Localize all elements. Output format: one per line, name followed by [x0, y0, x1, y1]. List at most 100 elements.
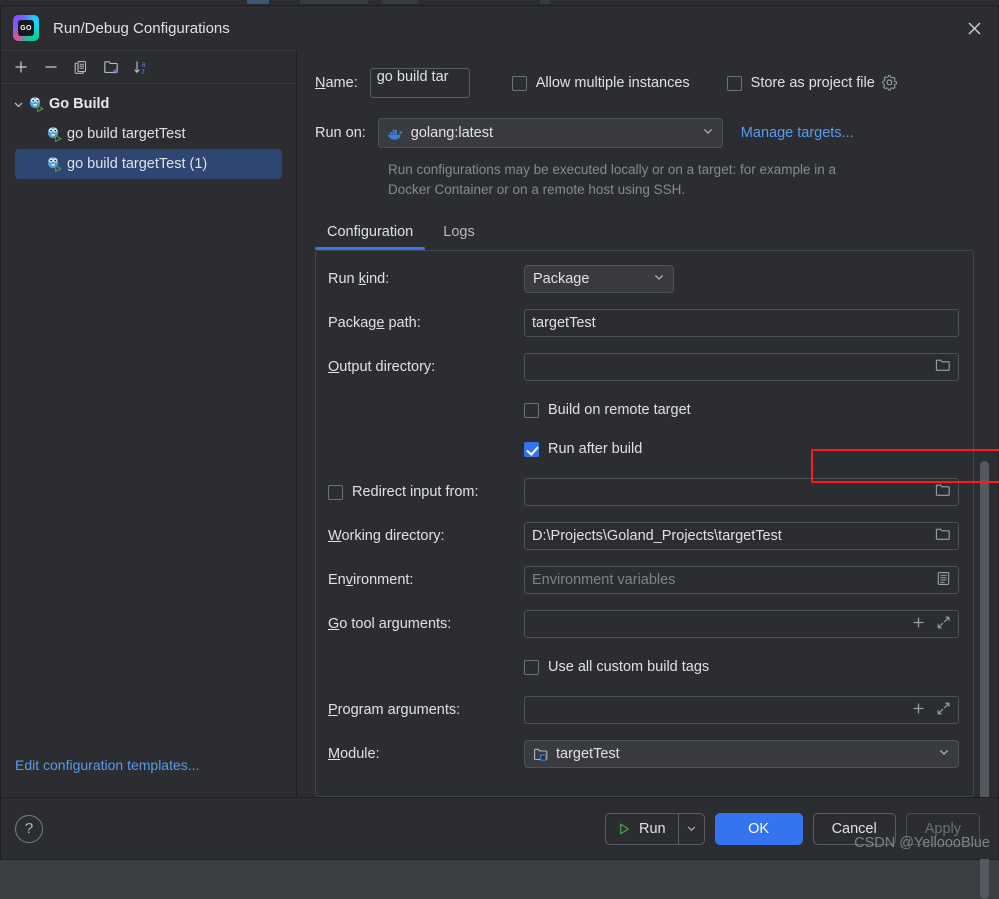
store-as-project-file-box[interactable] [726, 75, 742, 91]
program-arguments-input[interactable] [524, 696, 959, 725]
folder-icon[interactable] [935, 483, 951, 501]
name-input[interactable]: go build tar [369, 68, 470, 98]
redirect-input-from-row: Redirect input from: [328, 478, 959, 507]
configurations-tree: Go Build go build targetTest go build ta… [1, 84, 296, 757]
edit-configuration-templates-link[interactable]: Edit configuration templates... [1, 757, 296, 797]
dialog-footer: ? Run OK Cancel Apply CSDN @YelloooBlue [1, 797, 998, 859]
configurations-sidebar: a z Go Build go build targetTest go buil… [1, 50, 297, 797]
ok-button[interactable]: OK [714, 812, 803, 845]
allow-multiple-instances-box[interactable] [511, 75, 527, 91]
expand-icon[interactable] [936, 615, 951, 634]
tree-item-go-build-targettest-1[interactable]: go build targetTest (1) [15, 149, 282, 179]
tree-group-go-build[interactable]: Go Build [1, 89, 296, 119]
go-tool-arguments-input[interactable] [524, 610, 959, 639]
redirect-input-from-input[interactable] [524, 478, 959, 507]
svg-text:z: z [141, 69, 145, 75]
expand-icon[interactable] [936, 701, 951, 720]
run-on-hint-text: Run configurations may be executed local… [388, 162, 836, 197]
goland-logo-text: GO [18, 20, 34, 36]
working-directory-value: D:\Projects\Goland_Projects\targetTest [532, 528, 782, 545]
top-form: Name: go build tar Allow multiple instan… [297, 50, 998, 199]
new-folder-button[interactable] [97, 54, 125, 80]
gear-icon[interactable] [881, 74, 899, 92]
list-edit-icon[interactable] [936, 571, 951, 590]
run-after-build-label: Run after build [548, 441, 643, 458]
package-path-input[interactable]: targetTest [524, 309, 959, 338]
run-on-value: golang:latest [410, 125, 494, 141]
close-icon[interactable] [956, 10, 992, 46]
tab-configuration[interactable]: Configuration [315, 219, 426, 251]
go-build-icon [45, 125, 63, 143]
goland-logo-icon: GO [13, 15, 39, 41]
name-label: Name: [315, 75, 358, 91]
configuration-form: Run kind: Package Package path: targetTe… [315, 250, 974, 797]
go-tool-arguments-label: Go tool arguments: [328, 616, 452, 633]
go-tool-arguments-row: Go tool arguments: [328, 610, 959, 639]
run-button-label: Run [638, 820, 666, 837]
store-as-project-file-label: Store as project file [750, 75, 875, 91]
module-row: Module: targetTest [328, 740, 959, 769]
manage-targets-link[interactable]: Manage targets... [741, 125, 854, 141]
chevron-down-icon[interactable] [653, 271, 665, 287]
cancel-button[interactable]: Cancel [812, 812, 896, 845]
tree-item-label: go build targetTest (1) [67, 156, 208, 172]
copy-configuration-button[interactable] [67, 54, 95, 80]
run-kind-label: Run kind: [328, 271, 390, 288]
redirect-input-from-text: Redirect input from: [352, 484, 479, 501]
configuration-form-area: Run kind: Package Package path: targetTe… [297, 250, 998, 899]
output-directory-input[interactable] [524, 353, 959, 382]
redirect-input-from-box[interactable] [328, 484, 343, 500]
run-after-build-checkbox[interactable]: Run after build [524, 441, 959, 457]
chevron-down-icon[interactable] [702, 125, 714, 141]
module-folder-icon [533, 747, 549, 762]
working-directory-input[interactable]: D:\Projects\Goland_Projects\targetTest [524, 522, 959, 551]
store-as-project-file-checkbox[interactable]: Store as project file [726, 75, 875, 91]
play-icon [617, 822, 631, 836]
run-after-build-box[interactable] [524, 441, 539, 457]
build-on-remote-target-box[interactable] [524, 402, 539, 418]
allow-multiple-instances-label: Allow multiple instances [535, 75, 690, 91]
tab-logs[interactable]: Logs [431, 219, 486, 250]
dialog-title: Run/Debug Configurations [53, 19, 230, 37]
environment-input[interactable]: Environment variables [524, 566, 959, 595]
plus-icon[interactable] [911, 701, 926, 720]
chevron-down-icon[interactable] [9, 99, 27, 110]
configuration-panel: Name: go build tar Allow multiple instan… [297, 50, 999, 899]
remove-configuration-button[interactable] [37, 54, 65, 80]
run-on-select[interactable]: golang:latest [377, 118, 723, 148]
package-path-label: Package path: [328, 315, 421, 332]
redirect-input-from-label: Redirect input from: [328, 484, 524, 500]
allow-multiple-instances-checkbox[interactable]: Allow multiple instances [511, 75, 690, 91]
module-select[interactable]: targetTest [524, 740, 959, 769]
configuration-tabs: Configuration Logs [315, 219, 998, 251]
run-dropdown-button[interactable] [677, 813, 704, 844]
plus-icon[interactable] [911, 615, 926, 634]
use-all-custom-build-tags-box[interactable] [524, 659, 539, 675]
environment-placeholder: Environment variables [532, 572, 676, 589]
output-directory-row: Output directory: [328, 353, 959, 382]
use-all-custom-build-tags-checkbox[interactable]: Use all custom build tags [524, 659, 959, 675]
run-kind-select[interactable]: Package [524, 265, 674, 294]
module-label: Module: [328, 746, 380, 763]
module-value: targetTest [556, 746, 620, 763]
folder-icon[interactable] [935, 527, 951, 545]
package-path-value: targetTest [532, 315, 596, 332]
background-window-bit-3 [382, 0, 418, 4]
tree-item-go-build-targettest[interactable]: go build targetTest [1, 119, 296, 149]
chevron-down-icon[interactable] [938, 746, 950, 762]
tree-group-label: Go Build [49, 96, 110, 112]
background-window-bit-2 [300, 0, 368, 4]
build-on-remote-target-checkbox[interactable]: Build on remote target [524, 402, 959, 418]
dialog-titlebar: GO Run/Debug Configurations [1, 6, 998, 50]
help-icon[interactable]: ? [15, 814, 43, 843]
background-window-bit-4 [540, 0, 550, 4]
build-on-remote-target-row: Build on remote target [328, 397, 959, 423]
add-configuration-button[interactable] [7, 54, 35, 80]
run-on-row: Run on: golang:latest Manage targets... [315, 118, 974, 148]
folder-icon[interactable] [935, 358, 951, 376]
run-button[interactable]: Run [604, 812, 705, 845]
sidebar-toolbar: a z [1, 50, 296, 84]
go-build-icon [45, 155, 63, 173]
sort-configurations-button[interactable]: a z [127, 54, 155, 80]
name-row: Name: go build tar Allow multiple instan… [315, 68, 974, 98]
